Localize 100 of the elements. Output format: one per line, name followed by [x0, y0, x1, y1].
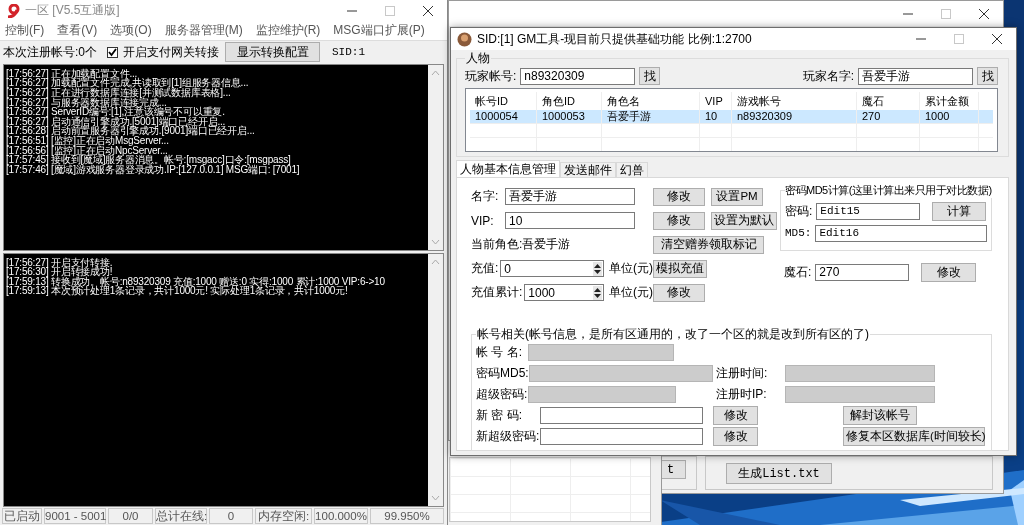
log-line: [17:57:46] [魔域]游戏服务器登录成功.IP:[127.0.0.1] MSG端口: [7001] [6, 164, 301, 175]
group-title: 人物 [465, 50, 491, 67]
action-button[interactable]: 修改 [653, 187, 705, 206]
table-cell: 1000 [920, 110, 979, 123]
input-field[interactable]: 吾爱手游 [505, 188, 635, 205]
find-button[interactable]: 找 [639, 67, 661, 85]
modify-button[interactable]: 修改 [713, 426, 758, 446]
tab[interactable]: 发送邮件 [560, 162, 616, 177]
scroll-up-icon[interactable] [431, 258, 440, 265]
table-cell: 270 [857, 110, 920, 123]
menu-item[interactable]: 选项(O) [110, 22, 152, 40]
unit-label: 单位(元) [609, 284, 653, 301]
log-line: [17:56:27] ServerID编号:[1],注意该编号不可以重复. [6, 107, 226, 117]
menu-item[interactable]: MSG端口扩展(P) [333, 22, 425, 40]
input-field[interactable] [540, 406, 703, 424]
window-title: 一区 [V5.5互通版] [25, 2, 120, 20]
field-label: 密码: [785, 202, 813, 220]
input-field[interactable]: 270 [815, 263, 910, 281]
field-label: 玩家名字: [802, 67, 854, 85]
field-label: VIP: [471, 213, 494, 228]
scroll-up-icon[interactable] [431, 69, 440, 76]
log-line: [17:56:27] 正在进行数据库连接[并测试数据库表格]... [6, 88, 231, 98]
field-label: 魔石: [784, 263, 812, 281]
action-button[interactable]: 修复本区数据库(时间较长) [843, 426, 985, 446]
partial-button[interactable]: t [660, 460, 686, 479]
tab[interactable]: 幻兽 [616, 162, 648, 177]
action-button[interactable]: 修改 [653, 211, 705, 230]
modify-button[interactable]: 修改 [713, 405, 758, 425]
generate-list-button[interactable]: 生成List.txt [726, 463, 832, 484]
window-title: SID:[1] GM工具-现目前只提供基础功能 比例:1:2700 [477, 30, 752, 48]
field-label: MD5: [785, 227, 812, 239]
find-button[interactable]: 找 [977, 67, 998, 85]
spin-arrows-icon[interactable] [593, 285, 602, 300]
menu-item[interactable]: 监控维护(R) [255, 22, 321, 40]
log-line: [17:56:27] 正在加载配置文件... [6, 68, 138, 79]
menu-item[interactable]: 查看(V) [57, 22, 98, 40]
status-cell: 9001 - 5001 [44, 508, 106, 524]
log-line: [17:56:30] 开启转接成功! [6, 267, 113, 277]
calculate-button[interactable]: 计算 [932, 201, 987, 221]
tab[interactable]: 人物基本信息管理 [456, 160, 560, 177]
scroll-down-icon[interactable] [431, 238, 440, 245]
status-cell: 0/0 [108, 508, 153, 524]
maximize-icon [954, 34, 964, 44]
status-cell: 100.000% [314, 508, 368, 524]
action-button[interactable]: 清空赠券领取标记 [653, 235, 764, 254]
show-config-button[interactable]: 显示转换配置 [225, 42, 320, 63]
menu-item[interactable]: 服务器管理(M) [164, 22, 243, 40]
field-label: 新 密 码: [476, 406, 523, 424]
check-icon [108, 47, 117, 57]
action-button[interactable]: 解封该帐号 [843, 405, 917, 425]
input-field[interactable] [540, 427, 703, 445]
input-field[interactable]: Edit15 [816, 202, 921, 220]
action-button[interactable]: 设置PM [711, 187, 763, 206]
field-label: 注册时间: [716, 364, 769, 382]
status-cell: 99.950% [370, 508, 444, 524]
action-button[interactable]: 设置为默认 [711, 211, 777, 230]
field-label: 注册时IP: [716, 385, 768, 403]
gateway-checkbox[interactable]: 开启支付网关转接 [107, 43, 225, 61]
table-cell: 1000053 [537, 110, 602, 123]
group-title: 帐号相关(帐号信息，是所有区通用的，改了一个区的就是改到所有区的了) [476, 326, 870, 343]
current-role-label: 当前角色:吾爱手游 [471, 236, 571, 253]
log-line: [17:56:27] 启动通信引擎成功.[5001]端口已经开启... [6, 116, 226, 127]
log-line: [17:59:13] 本次预计处理1条记录，共计1000元! 实际处理1条记录，共计1000元! [6, 286, 349, 296]
field-label: 玩家帐号: [465, 67, 517, 85]
group-title: 密码MD5计算(这里计算出来只用于对比数据) [785, 183, 992, 198]
field-label: 名字: [471, 188, 499, 205]
input-field[interactable]: 10 [505, 212, 635, 229]
table-row[interactable]: 1000054 1000053 吾爱手游 10 n89320309 270 1000 [470, 110, 993, 123]
table-cell: 10 [700, 110, 732, 123]
app-icon [6, 3, 20, 18]
status-cell: 已启动 [2, 508, 42, 524]
close-icon [992, 34, 1002, 44]
log-line: [17:57:45] 接收到[魔域]服务器消息。帐号:[msgacc]口令:[msgpass] [6, 155, 291, 165]
field-label: 新超级密码: [476, 427, 540, 445]
status-cell: 总计在线: [155, 508, 207, 524]
spin-arrows-icon[interactable] [593, 261, 602, 276]
input-field[interactable]: n89320309 [520, 67, 636, 85]
action-button[interactable]: 模拟充值 [653, 259, 707, 278]
log-line: [17:56:27] 开启支付转接. [6, 257, 114, 268]
status-cell: 0 [209, 508, 253, 524]
app-icon [457, 31, 472, 47]
log-line: [17:56:28] 启动前置服务器引擎成功.[9001]端口已经开启... [6, 126, 256, 137]
close-icon [423, 5, 433, 16]
menu-item[interactable]: 控制(F) [5, 22, 45, 40]
field-label: 超级密码: [476, 385, 528, 403]
log-line: [17:56:27] 与服务器数据库连接完成... [6, 97, 167, 108]
modify-button[interactable]: 修改 [921, 262, 977, 282]
field-label: 充值: [471, 260, 499, 277]
scroll-down-icon[interactable] [431, 495, 440, 502]
spin-field[interactable]: 0 [500, 260, 604, 277]
table-cell: n89320309 [732, 110, 857, 123]
field-label: 密码MD5: [476, 364, 529, 382]
spin-field[interactable]: 1000 [524, 284, 604, 301]
log-line: [17:56:56] [监控]正在启动NpcServer... [6, 145, 168, 156]
input-field[interactable]: Edit16 [815, 224, 987, 242]
close-icon [979, 8, 989, 19]
table-cell: 吾爱手游 [602, 110, 700, 123]
action-button[interactable]: 修改 [653, 283, 705, 302]
table-cell: 1000054 [470, 110, 537, 123]
input-field[interactable]: 吾爱手游 [858, 67, 973, 85]
